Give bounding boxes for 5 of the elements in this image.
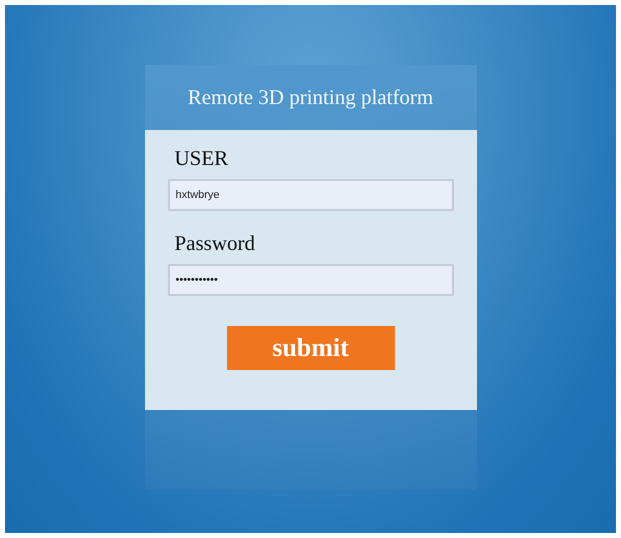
login-title: Remote 3D printing platform [186, 84, 434, 111]
input-field[interactable]: ••••••••••• [168, 264, 454, 296]
field-label: Password [174, 231, 256, 256]
input-field[interactable]: hxtwbrye [168, 179, 454, 211]
field-label: USER [174, 146, 228, 171]
